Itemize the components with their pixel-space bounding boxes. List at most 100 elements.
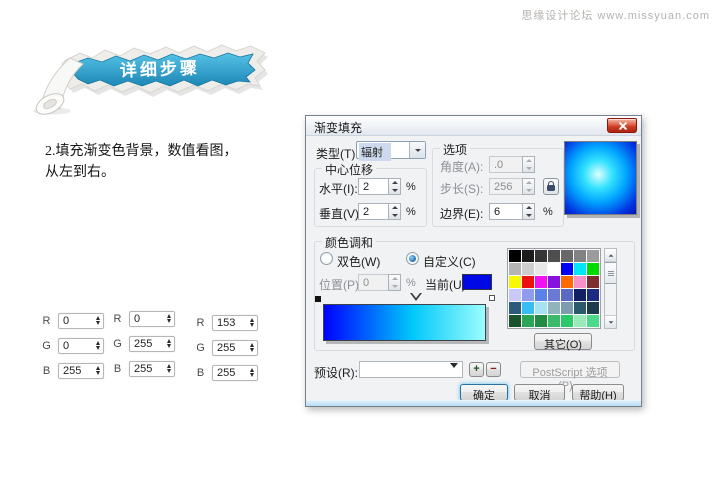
spinner-icon[interactable] — [167, 314, 171, 323]
palette-swatch[interactable] — [587, 250, 599, 262]
g-value-field[interactable]: 255 — [212, 340, 258, 356]
gradient-mid-marker[interactable] — [410, 293, 422, 301]
palette-swatch[interactable] — [509, 250, 521, 262]
palette-swatch[interactable] — [548, 315, 560, 327]
palette-swatch[interactable] — [587, 302, 599, 314]
palette-swatch[interactable] — [522, 289, 534, 301]
spinner-icon[interactable] — [96, 316, 100, 325]
remove-preset-button[interactable]: − — [486, 362, 501, 377]
g-value-field[interactable]: 255 — [129, 336, 175, 352]
palette-swatch[interactable] — [561, 263, 573, 275]
palette-swatch[interactable] — [509, 289, 521, 301]
palette-swatch[interactable] — [522, 250, 534, 262]
palette-swatch[interactable] — [561, 276, 573, 288]
cancel-button[interactable]: 取消 — [514, 384, 565, 401]
palette-swatch[interactable] — [509, 302, 521, 314]
palette-swatch[interactable] — [535, 276, 547, 288]
palette-swatch[interactable] — [509, 263, 521, 275]
r-value-field[interactable]: 153 — [212, 315, 258, 331]
others-button[interactable]: 其它(O) — [534, 333, 592, 350]
color-palette-grid — [507, 248, 601, 329]
b-value-field[interactable]: 255 — [129, 361, 175, 377]
preset-label: 预设(R): — [314, 364, 358, 381]
spinner-icon[interactable] — [96, 366, 100, 375]
palette-swatch[interactable] — [535, 250, 547, 262]
custom-radio[interactable] — [406, 252, 419, 265]
palette-swatch[interactable] — [548, 263, 560, 275]
palette-swatch[interactable] — [587, 289, 599, 301]
help-button[interactable]: 帮助(H) — [572, 384, 624, 401]
palette-swatch[interactable] — [509, 276, 521, 288]
palette-swatch[interactable] — [561, 289, 573, 301]
preset-dropdown[interactable] — [359, 361, 463, 378]
add-preset-button[interactable]: + — [469, 362, 484, 377]
palette-swatch[interactable] — [574, 315, 586, 327]
rgb-row: B 255 — [196, 365, 258, 381]
r-value-field[interactable]: 0 — [58, 313, 104, 329]
dialog-titlebar[interactable]: 渐变填充 — [306, 116, 641, 136]
palette-swatch[interactable] — [548, 289, 560, 301]
g-value-field[interactable]: 0 — [58, 338, 104, 354]
palette-swatch[interactable] — [561, 250, 573, 262]
palette-swatch[interactable] — [522, 276, 534, 288]
palette-swatch[interactable] — [574, 289, 586, 301]
palette-swatch[interactable] — [587, 315, 599, 327]
scrollbar-thumb[interactable] — [605, 262, 616, 284]
palette-swatch[interactable] — [574, 302, 586, 314]
horizontal-spinner[interactable] — [388, 178, 401, 195]
vertical-field[interactable]: 2 — [358, 203, 389, 220]
gradient-start-marker[interactable] — [315, 296, 321, 302]
close-button[interactable] — [607, 118, 637, 133]
palette-swatch[interactable] — [535, 315, 547, 327]
spinner-icon[interactable] — [250, 368, 254, 377]
rgb-group-3: R 153 G 255 B 255 — [196, 315, 258, 381]
custom-label: 自定义(C) — [423, 253, 476, 270]
chevron-down-icon[interactable] — [450, 368, 458, 382]
steps-lock-button[interactable] — [543, 178, 559, 195]
close-icon — [618, 122, 626, 130]
palette-swatch[interactable] — [561, 302, 573, 314]
scroll-up-icon[interactable] — [605, 249, 616, 262]
type-dropdown[interactable]: 辐射 — [356, 141, 426, 159]
spinner-icon[interactable] — [167, 339, 171, 348]
horizontal-field[interactable]: 2 — [358, 178, 389, 195]
b-value-field[interactable]: 255 — [212, 365, 258, 381]
edge-field[interactable]: 6 — [489, 203, 523, 220]
spinner-icon[interactable] — [250, 343, 254, 352]
palette-scrollbar[interactable] — [604, 248, 617, 329]
palette-swatch[interactable] — [535, 263, 547, 275]
r-value-field[interactable]: 0 — [129, 311, 175, 327]
spinner-icon[interactable] — [96, 341, 100, 350]
chevron-down-icon[interactable] — [409, 142, 425, 158]
palette-swatch[interactable] — [522, 302, 534, 314]
b-value-field[interactable]: 255 — [58, 363, 104, 379]
palette-swatch[interactable] — [509, 315, 521, 327]
palette-swatch[interactable] — [574, 263, 586, 275]
palette-swatch[interactable] — [561, 315, 573, 327]
gradient-end-marker[interactable] — [489, 295, 495, 301]
palette-swatch[interactable] — [548, 302, 560, 314]
edge-spinner[interactable] — [522, 203, 535, 220]
current-color-swatch[interactable] — [462, 274, 492, 290]
spinner-icon[interactable] — [250, 318, 254, 327]
palette-swatch[interactable] — [548, 276, 560, 288]
two-color-radio[interactable] — [320, 252, 333, 265]
scroll-down-icon[interactable] — [605, 315, 616, 328]
palette-swatch[interactable] — [535, 302, 547, 314]
ok-button[interactable]: 确定 — [460, 384, 508, 401]
palette-swatch[interactable] — [574, 276, 586, 288]
palette-swatch[interactable] — [535, 289, 547, 301]
edge-label: 边界(E): — [440, 205, 483, 222]
b-label: B — [42, 365, 51, 377]
palette-swatch[interactable] — [574, 250, 586, 262]
palette-swatch[interactable] — [548, 250, 560, 262]
palette-swatch[interactable] — [587, 263, 599, 275]
rgb-group-2: R 0 G 255 B 255 — [113, 311, 175, 377]
palette-swatch[interactable] — [522, 315, 534, 327]
gradient-bar[interactable] — [323, 304, 486, 341]
g-label: G — [42, 340, 51, 352]
spinner-icon[interactable] — [167, 364, 171, 373]
vertical-spinner[interactable] — [388, 203, 401, 220]
palette-swatch[interactable] — [587, 276, 599, 288]
palette-swatch[interactable] — [522, 263, 534, 275]
